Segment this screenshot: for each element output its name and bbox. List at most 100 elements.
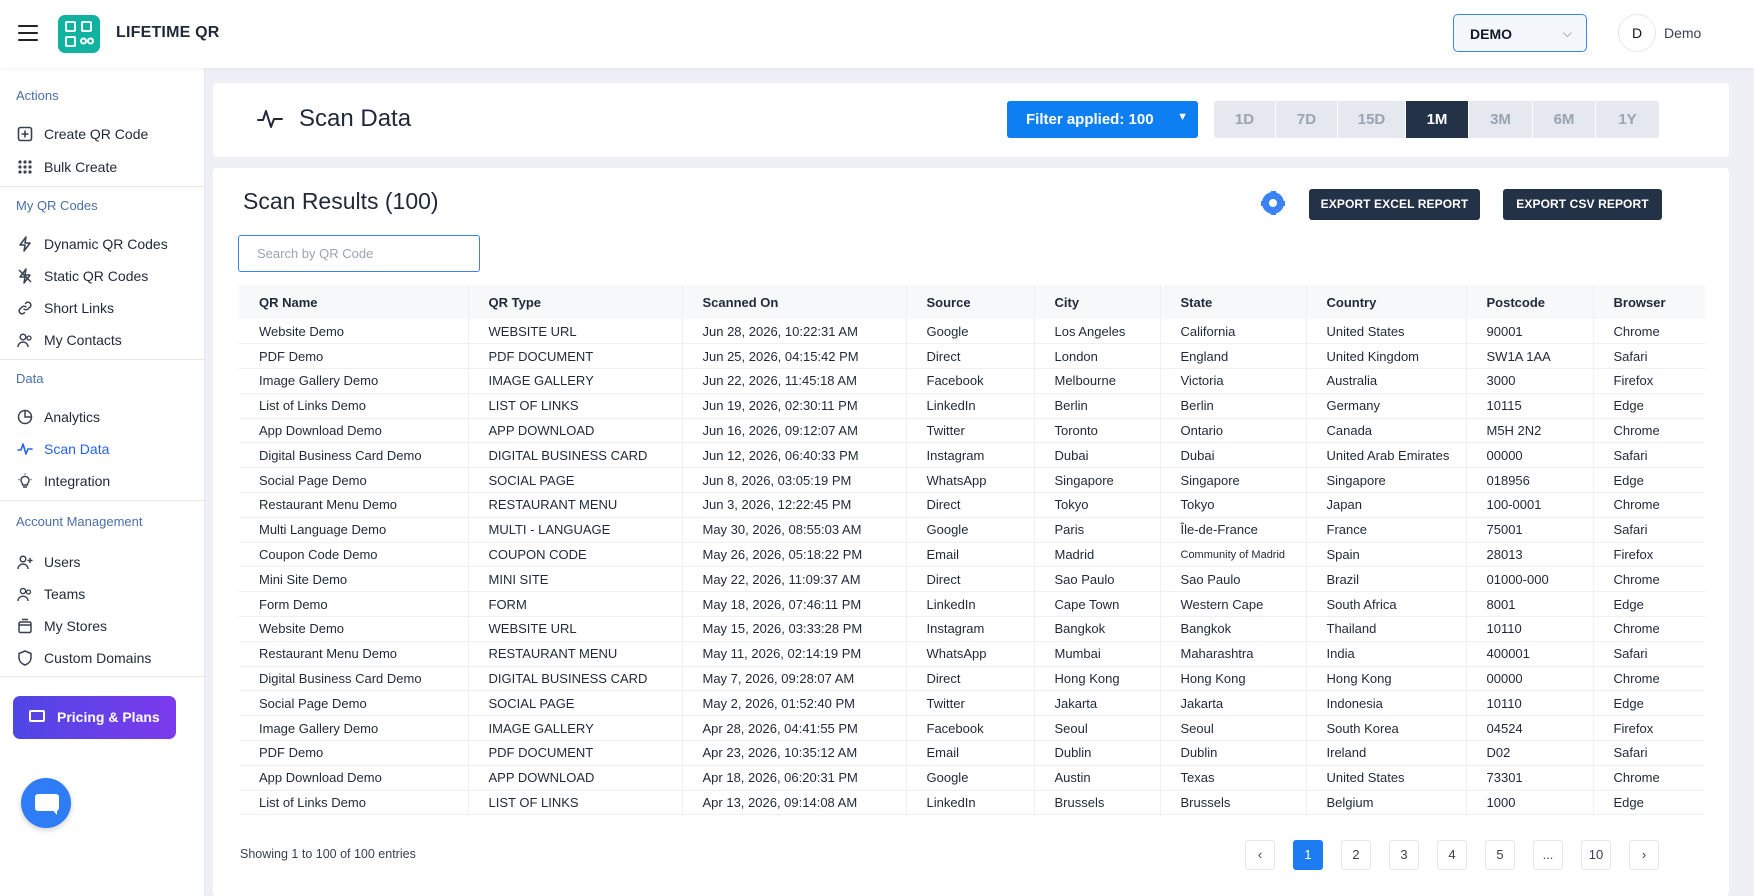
table-cell: IMAGE GALLERY [467,715,682,742]
table-row[interactable]: App Download Demo APP DOWNLOAD Apr 18, 202… [239,765,1705,791]
table-row[interactable]: Mini Site Demo MINI SITE May 22, 2026, 11:… [239,566,1705,593]
sidebar-item-analytics[interactable]: Analytics [0,401,204,433]
table-row[interactable]: Restaurant Menu Demo RESTAURANT MENU Jun 3… [239,492,1705,518]
sidebar-item-custom-domains[interactable]: Custom Domains [0,642,204,674]
table-cell: Form Demo [239,591,468,618]
column-header[interactable]: Scanned On [681,285,906,319]
sidebar-item-my-stores[interactable]: My Stores [0,610,204,642]
table-cell: Google [905,765,1034,791]
page-button[interactable]: 3 [1389,840,1419,870]
sidebar-item-users[interactable]: Users [0,546,204,578]
table-row[interactable]: Website Demo WEBSITE URL May 15, 2026, 03:… [239,616,1705,642]
table-row[interactable]: List of Links Demo LIST OF LINKS Apr 13, 2… [239,790,1705,816]
table-row[interactable]: PDF Demo PDF DOCUMENT Apr 23, 2026, 10:35:… [239,740,1705,766]
column-header[interactable]: QR Type [467,285,682,319]
table-row[interactable]: Form Demo FORM May 18, 2026, 07:46:11 PM Li… [239,591,1705,618]
table-cell: Bangkok [1159,616,1306,642]
page-button[interactable]: 10 [1581,840,1611,870]
table-cell: Firefox [1592,715,1705,742]
table-cell: Jun 28, 2026, 10:22:31 AM [681,319,906,345]
table-cell: May 7, 2026, 09:28:07 AM [681,666,906,692]
column-header[interactable]: Postcode [1465,285,1593,319]
page-button[interactable]: 4 [1437,840,1467,870]
range-15d[interactable]: 15D [1338,101,1406,138]
user-name[interactable]: Demo [1664,25,1701,41]
table-row[interactable]: Website Demo WEBSITE URL Jun 28, 2026, 10:… [239,319,1705,345]
table-row[interactable]: Digital Business Card Demo DIGITAL BUSINE… [239,442,1705,469]
prev-page-button[interactable]: ‹ [1245,840,1275,870]
table-cell: Community of Madrid [1159,542,1306,568]
sidebar-item-teams[interactable]: Teams [0,578,204,610]
page-button[interactable]: 2 [1341,840,1371,870]
sidebar-item-create-qr-code[interactable]: Create QR Code [0,118,204,150]
table-row[interactable]: App Download Demo APP DOWNLOAD Jun 16, 202… [239,418,1705,444]
export-excel-button[interactable]: EXPORT EXCEL REPORT [1309,189,1480,220]
qr-logo-icon [58,15,100,53]
gear-icon[interactable] [1261,191,1285,215]
table-row[interactable]: Image Gallery Demo IMAGE GALLERY Jun 22, 2… [239,368,1705,394]
table-cell: Edge [1592,467,1705,494]
table-cell: Dublin [1159,740,1306,766]
sidebar-item-integration[interactable]: Integration [0,465,204,497]
section-data: Data [16,371,44,386]
table-cell: Instagram [905,442,1034,469]
range-1d[interactable]: 1D [1214,101,1276,138]
table-row[interactable]: Multi Language Demo MULTI - LANGUAGE May 3… [239,517,1705,543]
section-my-qr-codes: My QR Codes [16,198,98,213]
export-csv-button[interactable]: EXPORT CSV REPORT [1503,189,1662,220]
sidebar-item-bulk-create[interactable]: Bulk Create [0,151,204,183]
table-cell: D02 [1465,740,1593,766]
range-1y[interactable]: 1Y [1596,101,1659,138]
table-row[interactable]: Restaurant Menu Demo RESTAURANT MENU May 1… [239,641,1705,667]
chat-button[interactable] [21,778,71,828]
page-button[interactable]: 5 [1485,840,1515,870]
column-header[interactable]: Source [905,285,1034,319]
range-6m[interactable]: 6M [1533,101,1596,138]
column-header[interactable]: State [1159,285,1306,319]
column-header[interactable]: Country [1305,285,1466,319]
top-bar: LIFETIME QR DEMO ⌵ D Demo [0,0,1754,68]
table-cell: 400001 [1465,641,1593,667]
next-page-button[interactable]: › [1629,840,1659,870]
table-cell: Instagram [905,616,1034,642]
table-row[interactable]: Image Gallery Demo IMAGE GALLERY Apr 28, 2… [239,715,1705,742]
table-cell: Website Demo [239,616,468,642]
table-cell: Seoul [1033,715,1160,742]
page-button[interactable]: 1 [1293,840,1323,870]
filter-button[interactable]: Filter applied: 100 ▼ [1007,101,1198,138]
column-header[interactable]: City [1033,285,1160,319]
sidebar-item-static-qr-codes[interactable]: Static QR Codes [0,260,204,292]
sidebar-item-my-contacts[interactable]: My Contacts [0,324,204,356]
search-input[interactable] [238,235,480,272]
table-cell: Edge [1592,393,1705,419]
store-icon [18,618,32,634]
table-cell: Cape Town [1033,591,1160,618]
table-cell: Mini Site Demo [239,566,468,593]
table-row[interactable]: Digital Business Card Demo DIGITAL BUSINE… [239,666,1705,692]
table-row[interactable]: Coupon Code Demo COUPON CODE May 26, 2026,… [239,542,1705,568]
menu-icon[interactable] [18,25,38,41]
table-cell: MINI SITE [467,566,682,593]
sidebar-item-scan-data[interactable]: Scan Data [0,433,204,465]
workspace-select[interactable]: DEMO ⌵ [1453,14,1587,52]
table-cell: Restaurant Menu Demo [239,641,468,667]
range-7d[interactable]: 7D [1276,101,1338,138]
range-1m[interactable]: 1M [1406,101,1469,138]
table-cell: Facebook [905,715,1034,742]
table-row[interactable]: Social Page Demo SOCIAL PAGE Jun 8, 2026, … [239,467,1705,494]
table-row[interactable]: PDF Demo PDF DOCUMENT Jun 25, 2026, 04:15:… [239,343,1705,370]
sidebar-item-dynamic-qr-codes[interactable]: Dynamic QR Codes [0,228,204,260]
table-cell: Direct [905,492,1034,518]
column-header[interactable]: Browser [1592,285,1705,319]
table-cell: Thailand [1305,616,1466,642]
table-row[interactable]: Social Page Demo SOCIAL PAGE May 2, 2026, … [239,690,1705,717]
pricing-plans-button[interactable]: Pricing & Plans [13,696,176,739]
table-cell: Seoul [1159,715,1306,742]
table-row[interactable]: List of Links Demo LIST OF LINKS Jun 19, 2… [239,393,1705,419]
range-3m[interactable]: 3M [1469,101,1533,138]
column-header[interactable]: QR Name [239,285,468,319]
sidebar-item-short-links[interactable]: Short Links [0,292,204,324]
table-cell: Belgium [1305,790,1466,816]
avatar[interactable]: D [1618,14,1656,52]
table-cell: Email [905,542,1034,568]
